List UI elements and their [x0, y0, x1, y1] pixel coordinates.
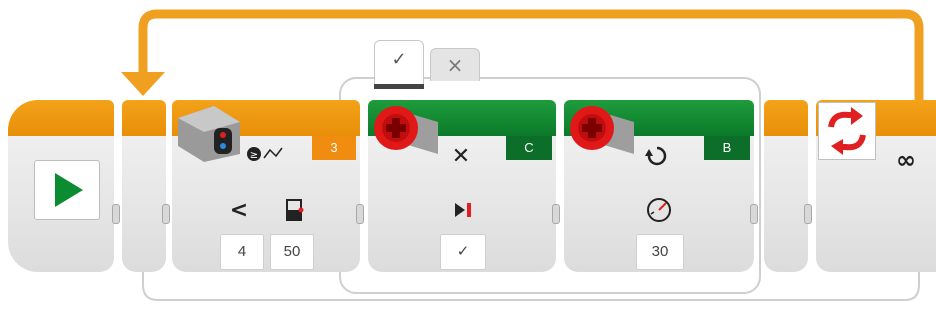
loop-arrow-icon: [121, 72, 165, 96]
motor-b-block[interactable]: B 30: [564, 100, 754, 272]
loop-mode-symbol: ∞: [896, 146, 916, 174]
connector: [162, 204, 170, 224]
brake-icon: [455, 203, 471, 217]
loop-end-block[interactable]: ∞: [816, 100, 936, 272]
switch-end-block[interactable]: [764, 100, 808, 272]
play-icon: [55, 173, 83, 207]
compare-mode-icon: ≥: [247, 147, 283, 161]
threshold-icon: [286, 199, 304, 221]
connector: [112, 204, 120, 224]
sensor-icon: [178, 106, 240, 162]
connector: [804, 204, 812, 224]
motor-icon: [374, 106, 438, 154]
tab-true[interactable]: ✓: [374, 40, 424, 85]
play-button[interactable]: [34, 160, 100, 220]
tab-active-indicator: [374, 84, 424, 89]
threshold-input[interactable]: 50: [270, 234, 314, 270]
motor-c-port: C: [506, 136, 552, 160]
connector: [750, 204, 758, 224]
power-input[interactable]: 30: [636, 234, 684, 270]
start-block[interactable]: [8, 100, 114, 272]
comparison-operator[interactable]: <: [224, 198, 254, 223]
motor-off-icon: ✕: [451, 144, 471, 169]
svg-text:≥: ≥: [250, 150, 258, 161]
loop-icon: [818, 102, 876, 160]
compare-type-input[interactable]: 4: [220, 234, 264, 270]
brake-at-end-input[interactable]: ✓: [440, 234, 486, 270]
sensor-switch-block[interactable]: 3 ≥ < 4 50: [172, 100, 360, 272]
rotate-icon: [645, 146, 667, 166]
speedometer-icon: [647, 198, 671, 222]
tab-true-label: ✓: [391, 49, 407, 70]
tab-false-label: ×: [446, 53, 464, 77]
tab-false[interactable]: ×: [430, 48, 480, 81]
motor-c-block[interactable]: C ✕ ✓: [368, 100, 556, 272]
port-label: 3: [312, 136, 356, 160]
connector: [356, 204, 364, 224]
loop-start-block[interactable]: [122, 100, 166, 272]
motor-icon: [570, 106, 634, 154]
motor-b-port: B: [704, 136, 750, 160]
connector: [552, 204, 560, 224]
